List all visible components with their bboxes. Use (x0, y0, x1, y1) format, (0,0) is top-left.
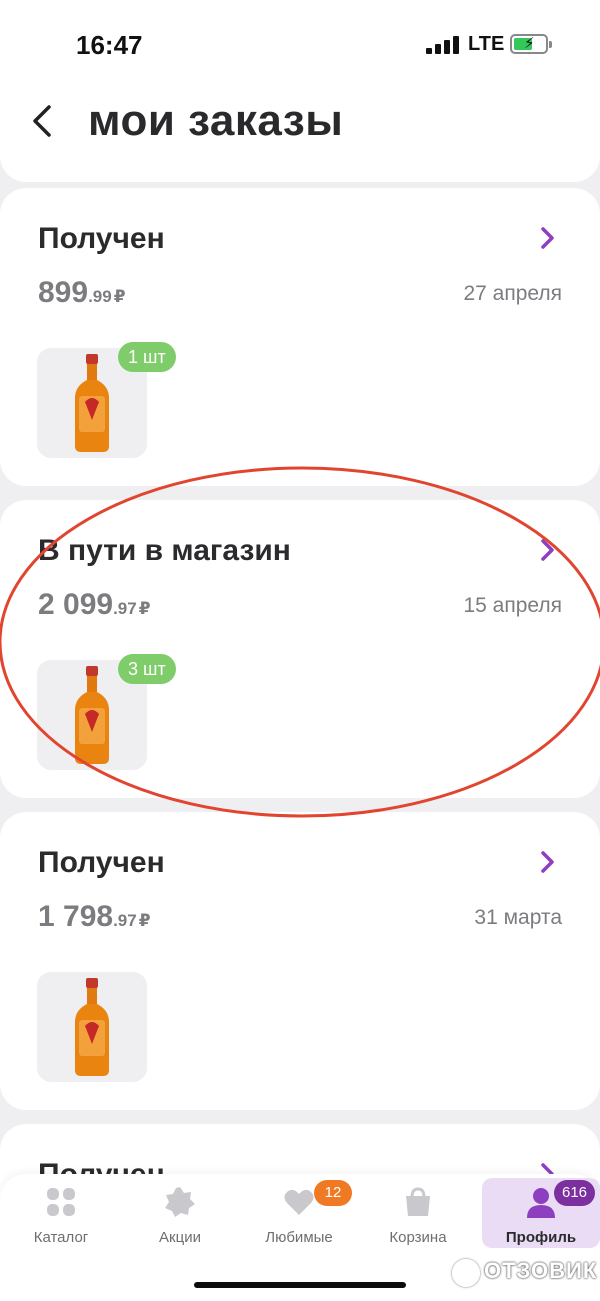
tab-label: Каталог (33, 1229, 89, 1246)
tab-catalog[interactable]: Каталог (2, 1174, 120, 1246)
watermark-logo-icon (452, 1259, 480, 1287)
tab-label: Профиль (505, 1229, 577, 1246)
tab-cart[interactable]: Корзина (359, 1174, 477, 1246)
tab-promotions[interactable]: Акции (121, 1174, 239, 1246)
chevron-right-icon[interactable] (540, 226, 556, 250)
order-date: 15 апреля (463, 594, 562, 617)
order-status: В пути в магазин (38, 534, 291, 567)
user-icon (527, 1188, 555, 1218)
order-date: 31 марта (474, 906, 562, 929)
chevron-right-icon[interactable] (540, 850, 556, 874)
tab-label: Акции (159, 1229, 201, 1246)
whisky-bottle-image (75, 978, 109, 1076)
tab-profile[interactable]: Профиль 616 (482, 1178, 600, 1248)
badge-star-icon (165, 1187, 195, 1217)
quantity-badge: 3 шт (118, 654, 176, 684)
whisky-bottle-image (75, 666, 109, 764)
order-card[interactable]: Получен 899.99 ₽ 27 апреля 1 шт (0, 188, 600, 486)
tab-label: Любимые (265, 1229, 333, 1246)
quantity-badge: 1 шт (118, 342, 176, 372)
whisky-bottle-image (75, 354, 109, 452)
order-price: 2 099.97 ₽ (38, 588, 151, 621)
heart-icon (284, 1189, 314, 1215)
profile-count-badge: 616 (554, 1180, 596, 1206)
page-header: мои заказы (0, 84, 600, 182)
shopping-bag-icon (406, 1187, 430, 1216)
product-thumbnail[interactable] (37, 972, 147, 1082)
home-indicator (194, 1282, 406, 1288)
tab-label: Корзина (389, 1229, 447, 1246)
order-card[interactable]: В пути в магазин 2 099.97 ₽ 15 апреля 3 ш… (0, 500, 600, 798)
back-arrow-icon[interactable] (30, 104, 54, 138)
order-price: 1 798.97 ₽ (38, 900, 151, 933)
status-bar: 16:47 LTE ⚡ (0, 0, 600, 84)
chevron-right-icon[interactable] (540, 538, 556, 562)
order-status: Получен (38, 846, 165, 879)
order-status: Получен (38, 222, 165, 255)
order-date: 27 апреля (463, 282, 562, 305)
grid-icon (47, 1188, 75, 1216)
tab-favorites[interactable]: Любимые 12 (240, 1174, 358, 1246)
signal-icon (426, 36, 462, 54)
favorites-count-badge: 12 (314, 1180, 352, 1206)
watermark: ОТЗОВИК (484, 1258, 598, 1283)
order-price: 899.99 ₽ (38, 276, 126, 309)
network-type: LTE (468, 33, 505, 55)
status-time: 16:47 (76, 30, 143, 60)
order-card[interactable]: Получен 1 798.97 ₽ 31 марта (0, 812, 600, 1110)
page-title: мои заказы (88, 96, 344, 145)
battery-icon: ⚡ (510, 34, 552, 54)
